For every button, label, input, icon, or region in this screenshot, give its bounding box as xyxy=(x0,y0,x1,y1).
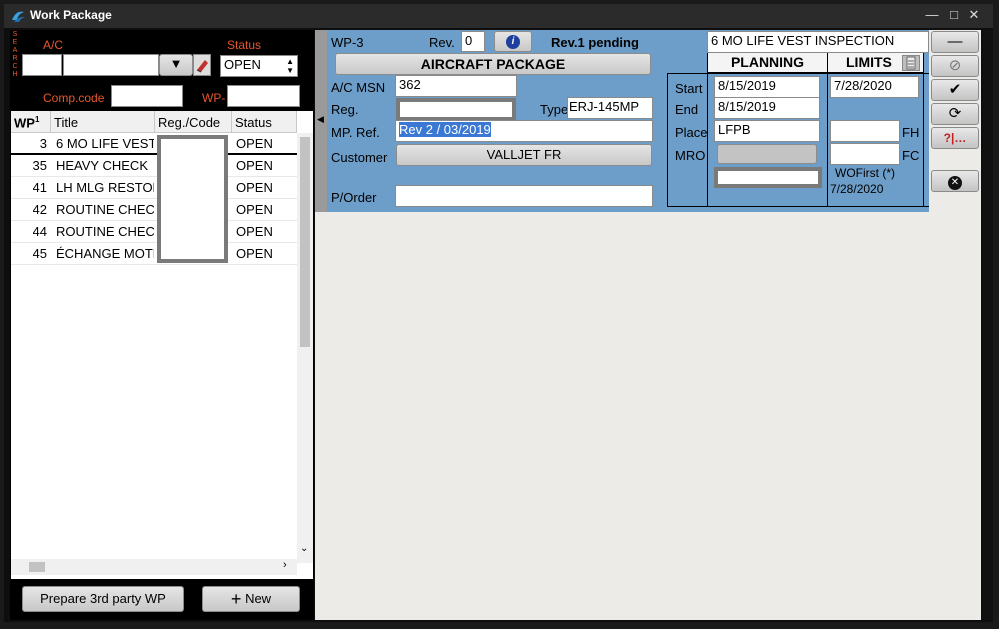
status-select[interactable]: OPEN ▲ ▼ xyxy=(220,55,298,77)
search-vertical-label: SEA RCH xyxy=(12,31,18,78)
refresh-icon: ⟳ xyxy=(948,105,962,122)
customer-button[interactable]: VALLJET FR xyxy=(396,144,652,166)
comp-code-input[interactable] xyxy=(111,85,183,107)
check-icon: ✔ xyxy=(948,81,962,98)
window-title: Work Package xyxy=(30,8,112,22)
scrollbar-thumb[interactable] xyxy=(300,137,310,347)
type-label: Type xyxy=(540,102,569,117)
prepare-3rd-party-button[interactable]: Prepare 3rd party WP xyxy=(22,586,184,612)
background-edge xyxy=(983,30,993,620)
mro-button[interactable] xyxy=(717,144,817,164)
close-icon[interactable]: ✕ xyxy=(966,7,982,23)
fc-input[interactable] xyxy=(830,143,900,165)
list-row[interactable]: 35 HEAVY CHECK OPEN xyxy=(11,155,297,177)
type-input[interactable]: ERJ-145MP xyxy=(567,97,653,119)
minus-button[interactable]: — xyxy=(931,31,979,53)
mp-ref-input[interactable]: Rev 2 / 03/2019 xyxy=(395,120,653,142)
info-icon: i xyxy=(506,35,520,49)
p-order-label: P/Order xyxy=(331,190,377,205)
reg-label: Reg. xyxy=(331,102,359,117)
mp-ref-label: MP. Ref. xyxy=(331,125,380,140)
spinner-icon[interactable]: ▲ ▼ xyxy=(286,57,294,75)
place-label: Place xyxy=(675,125,708,140)
dropdown-arrow-icon: ▼ xyxy=(169,56,183,71)
customer-label: Customer xyxy=(331,150,388,165)
ac-label: A/C xyxy=(43,38,64,52)
collapse-handle[interactable]: ◀ xyxy=(315,30,327,212)
fh-input[interactable] xyxy=(830,120,900,142)
rev-input[interactable]: 0 xyxy=(461,31,485,52)
refresh-button[interactable]: ⟳ xyxy=(931,103,979,125)
place-input[interactable]: LFPB xyxy=(714,120,820,142)
ac-dropdown-button[interactable]: ▼ xyxy=(159,54,193,76)
list-row[interactable]: 44 ROUTINE CHECK OPEN xyxy=(11,221,297,243)
cancel-button[interactable]: ⊘ xyxy=(931,55,979,77)
column-header-status[interactable]: Status xyxy=(232,111,297,133)
wofirst-label: WOFirst (*) xyxy=(835,166,895,180)
mp-ref-selected-text: Rev 2 / 03/2019 xyxy=(399,122,491,137)
column-header-title[interactable]: Title xyxy=(51,111,155,133)
comp-code-label: Comp.code xyxy=(43,91,105,105)
limits-divider xyxy=(827,53,828,207)
title-bar: Work Package — □ ✕ xyxy=(4,4,993,28)
plus-icon: + xyxy=(230,589,242,609)
planning-header: PLANNING xyxy=(708,53,827,73)
sort-marker: 1 xyxy=(34,115,40,124)
status-label: Status xyxy=(227,38,262,52)
end-date-input[interactable]: 8/15/2019 xyxy=(714,97,820,119)
status-select-value: OPEN xyxy=(224,57,261,72)
calculator-icon[interactable] xyxy=(902,55,920,71)
start-label: Start xyxy=(675,81,703,96)
list-row[interactable]: 45 ÉCHANGE MOTE OPEN xyxy=(11,243,297,265)
mro-input[interactable] xyxy=(714,167,822,188)
list-row[interactable]: 36 MO LIFE VEST I OPEN xyxy=(11,133,297,155)
collapse-arrow-icon: ◀ xyxy=(317,114,324,124)
work-package-list: WP1 Title Reg./Code Status 36 MO LIFE VE… xyxy=(11,111,313,579)
column-header-reg-code[interactable]: Reg./Code xyxy=(155,111,232,133)
msn-label: A/C MSN xyxy=(331,80,386,95)
new-button[interactable]: + New xyxy=(202,586,300,612)
wofirst-value: 7/28/2020 xyxy=(830,182,884,196)
mro-label: MRO xyxy=(675,148,706,163)
reg-input[interactable] xyxy=(396,98,516,121)
maximize-icon[interactable]: □ xyxy=(946,7,962,23)
rev-status: Rev.1 pending xyxy=(551,35,639,50)
column-header-wp[interactable]: WP1 xyxy=(11,111,51,133)
app-logo-icon xyxy=(12,11,25,22)
reg-code-cell-frame xyxy=(157,135,228,263)
aircraft-package-button[interactable]: AIRCRAFT PACKAGE xyxy=(335,53,651,75)
p-order-input[interactable] xyxy=(395,185,653,207)
info-button[interactable]: i xyxy=(494,31,532,52)
h-scrollbar-thumb[interactable] xyxy=(29,562,45,572)
close-circle-icon: ✕ xyxy=(948,176,962,190)
horizontal-scrollbar[interactable]: › xyxy=(11,559,297,575)
wp-search-label: WP- xyxy=(202,91,226,105)
confirm-button[interactable]: ✔ xyxy=(931,79,979,101)
limit-date-input[interactable]: 7/28/2020 xyxy=(830,76,919,98)
fh-label: FH xyxy=(902,125,920,140)
list-row[interactable]: 42 ROUTINE CHECK OPEN xyxy=(11,199,297,221)
cancel-icon: ⊘ xyxy=(948,57,962,74)
ac-code-input[interactable] xyxy=(22,54,62,76)
vertical-scrollbar[interactable]: ⌄ xyxy=(297,133,313,563)
minimize-icon[interactable]: — xyxy=(924,7,940,23)
rev-label: Rev. xyxy=(429,35,455,50)
ac-name-input[interactable] xyxy=(63,54,159,76)
minus-icon: — xyxy=(947,33,963,50)
wp-id: WP-3 xyxy=(331,35,364,50)
description-input[interactable]: 6 MO LIFE VEST INSPECTION xyxy=(707,31,929,53)
wp-search-input[interactable] xyxy=(227,85,300,107)
compare-button[interactable]: ?|… xyxy=(931,127,979,149)
list-row[interactable]: 41LH MLG RESTORIOPEN xyxy=(11,177,297,199)
limits-right-divider xyxy=(923,53,924,207)
eraser-icon[interactable] xyxy=(193,54,211,76)
compare-icon: ?|… xyxy=(943,131,967,145)
fc-label: FC xyxy=(902,148,920,163)
msn-input[interactable]: 362 xyxy=(395,75,517,97)
scroll-right-icon[interactable]: › xyxy=(283,559,287,571)
end-label: End xyxy=(675,102,699,117)
start-date-input[interactable]: 8/15/2019 xyxy=(714,76,820,98)
scroll-down-icon[interactable]: ⌄ xyxy=(300,543,308,554)
close-form-button[interactable]: ✕ xyxy=(931,170,979,192)
